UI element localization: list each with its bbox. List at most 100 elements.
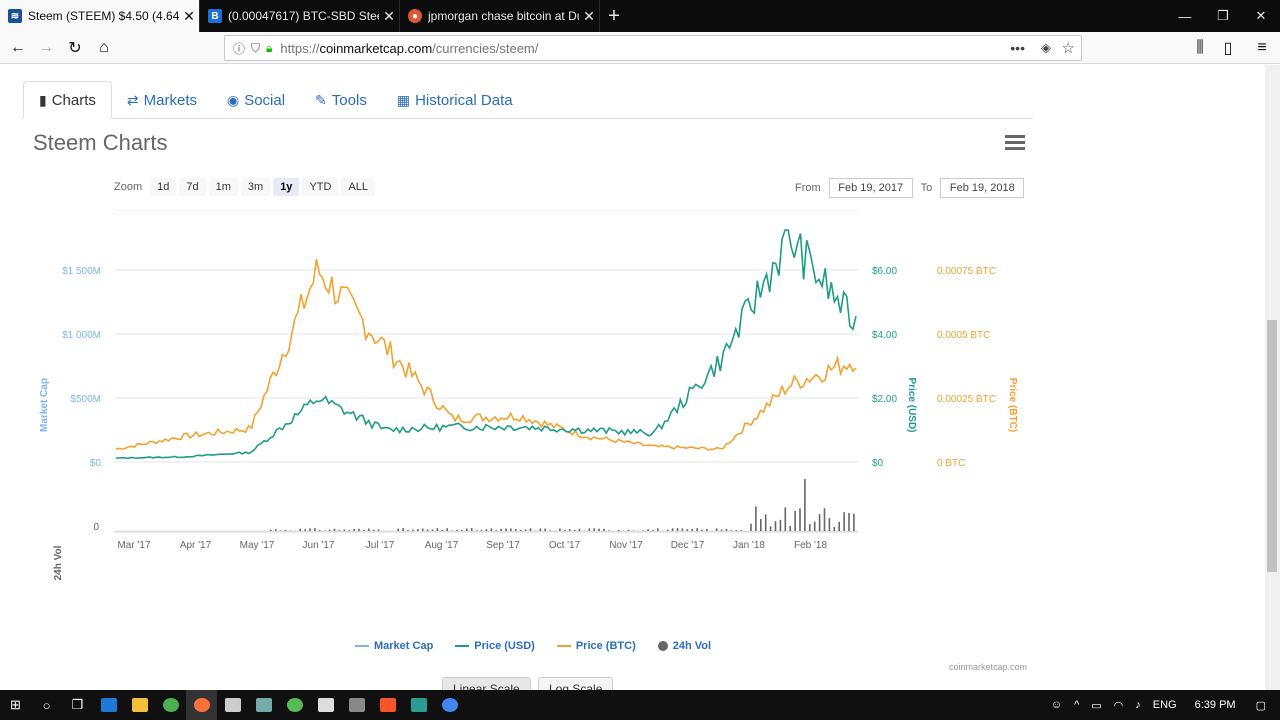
zoom-1m[interactable]: 1m <box>208 178 238 196</box>
calculator-icon[interactable] <box>341 690 372 720</box>
chevron-up-icon[interactable]: ^ <box>1074 699 1079 711</box>
wifi-icon[interactable]: ◠ <box>1114 699 1124 712</box>
brave-icon[interactable] <box>372 690 403 720</box>
legend-market-cap[interactable]: Market Cap <box>355 640 433 652</box>
log-scale-button[interactable]: Log Scale <box>538 677 614 690</box>
x-tick-label: May '17 <box>240 540 275 551</box>
volume-bar <box>843 512 845 531</box>
page-actions-icon[interactable]: ••• <box>1010 40 1025 56</box>
tab-tools[interactable]: ✎ Tools <box>300 81 382 119</box>
app-icon[interactable] <box>279 690 310 720</box>
volume-bar <box>475 530 478 531</box>
volume-bar <box>314 528 316 531</box>
volume-bar <box>274 529 277 531</box>
sidebar-icon[interactable]: ▯ <box>1216 36 1240 60</box>
tab-historical-data[interactable]: ▦ Historical Data <box>382 81 528 119</box>
tab-social[interactable]: ◉ Social <box>212 81 300 119</box>
x-tick-label: Apr '17 <box>180 540 212 551</box>
forward-button[interactable]: → <box>34 36 58 60</box>
info-icon[interactable]: ⓘ <box>233 40 245 57</box>
x-tick-label: Dec '17 <box>671 540 705 551</box>
volume-bar <box>813 521 816 531</box>
library-icon[interactable]: ⫼ <box>1188 36 1212 60</box>
volume-bar <box>529 528 532 531</box>
page-scrollbar[interactable] <box>1265 65 1280 690</box>
market-cap-tick-label: $500M <box>70 394 101 405</box>
close-tab-icon[interactable]: ✕ <box>379 8 399 25</box>
volume-bar <box>730 530 733 531</box>
price-btc-tick-label: 0.00025 BTC <box>937 394 996 405</box>
pocket-icon[interactable]: ◈ <box>1041 40 1051 56</box>
app-icon[interactable] <box>248 690 279 720</box>
zoom-3m[interactable]: 3m <box>240 178 271 196</box>
lock-icon[interactable]: 🔒︎ <box>266 41 272 56</box>
reload-button[interactable]: ↻ <box>63 36 87 60</box>
home-button[interactable]: ⌂ <box>92 36 116 60</box>
back-button[interactable]: ← <box>6 36 30 60</box>
edge-icon[interactable] <box>93 690 124 720</box>
language-indicator[interactable]: ENG <box>1153 699 1177 711</box>
windows-start-icon[interactable]: ⊞ <box>0 690 31 720</box>
chrome-icon[interactable] <box>155 690 186 720</box>
legend-price-usd[interactable]: Price (USD) <box>455 640 535 652</box>
close-window-icon[interactable]: ✕ <box>1242 0 1280 32</box>
price-usd-tick-label: $4.00 <box>872 330 897 341</box>
zoom-1y[interactable]: 1y <box>273 178 300 196</box>
legend-label: Price (BTC) <box>575 640 636 652</box>
legend-volume[interactable]: 24h Vol <box>657 640 711 652</box>
tab-markets[interactable]: ⇄ Markets <box>112 81 212 119</box>
task-view-icon[interactable]: ❐ <box>62 690 93 720</box>
menu-icon[interactable]: ≡ <box>1250 36 1274 60</box>
zoom-1d[interactable]: 1d <box>150 178 177 196</box>
x-axis: Mar '17 Apr '17 May '17 Jun '17 Jul '17 Aug '… <box>114 531 858 551</box>
volume-bar <box>833 527 836 531</box>
volume-bar <box>691 528 693 531</box>
to-date-input[interactable]: Feb 19, 2018 <box>940 178 1025 198</box>
tab-charts[interactable]: ▮ Charts <box>23 81 112 119</box>
cortana-icon[interactable]: ○ <box>31 690 62 720</box>
volume-bar <box>853 513 855 531</box>
tracking-shield-icon[interactable]: ⛉ <box>251 41 260 56</box>
app-icon[interactable] <box>403 690 434 720</box>
volume-bar <box>647 529 649 531</box>
from-date-input[interactable]: Feb 19, 2017 <box>828 178 913 198</box>
firefox-icon[interactable] <box>186 690 217 720</box>
browser-tab-bittrex[interactable]: B (0.00047617) BTC-SBD SteemDo ✕ <box>200 0 400 32</box>
notification-icon[interactable]: ▢ <box>1256 699 1266 712</box>
zoom-all[interactable]: ALL <box>341 178 376 196</box>
chrome-icon[interactable] <box>434 690 465 720</box>
x-tick-label: Oct '17 <box>549 540 581 551</box>
chart-credit[interactable]: coinmarketcap.com <box>949 662 1027 672</box>
zoom-7d[interactable]: 7d <box>179 178 206 196</box>
mail-icon[interactable] <box>310 690 341 720</box>
volume-bar <box>568 529 571 531</box>
clock[interactable]: 6:39 PM <box>1195 699 1236 711</box>
browser-tab-steem[interactable]: ≋ Steem (STEEM) $4.50 (4.64%) | ✕ <box>0 0 200 32</box>
wrench-icon: ✎ <box>315 91 327 108</box>
restore-icon[interactable]: ❐ <box>1204 0 1242 32</box>
chart-title: Steem Charts <box>33 130 168 155</box>
bookmark-star-icon[interactable]: ☆ <box>1062 39 1075 57</box>
volume-icon[interactable]: ♪ <box>1135 699 1141 711</box>
chart-menu-icon[interactable] <box>1005 135 1025 151</box>
battery-icon[interactable]: ▭ <box>1091 699 1101 712</box>
close-tab-icon[interactable]: ✕ <box>179 8 199 25</box>
volume-bar <box>755 506 757 531</box>
url-bar[interactable]: ⓘ ⛉ 🔒︎ https://coinmarketcap.com/currenc… <box>224 35 1082 61</box>
close-tab-icon[interactable]: ✕ <box>579 8 599 25</box>
volume-bar <box>715 528 718 531</box>
people-icon[interactable]: ☺ <box>1051 699 1062 711</box>
minimize-icon[interactable]: — <box>1166 0 1204 32</box>
zoom-ytd[interactable]: YTD <box>302 178 339 196</box>
x-tick-label: Sep '17 <box>486 540 520 551</box>
file-explorer-icon[interactable] <box>124 690 155 720</box>
new-tab-button[interactable]: + <box>600 0 628 32</box>
volume-bar <box>515 529 517 531</box>
linear-scale-button[interactable]: Linear Scale <box>442 677 531 690</box>
app-icon[interactable] <box>217 690 248 720</box>
browser-tab-duckduckgo[interactable]: ● jpmorgan chase bitcoin at Duck ✕ <box>400 0 600 32</box>
url-prefix: https:// <box>280 40 320 56</box>
tab-label: Charts <box>51 91 96 109</box>
scrollbar-thumb[interactable] <box>1267 320 1277 572</box>
legend-price-btc[interactable]: Price (BTC) <box>556 640 636 652</box>
